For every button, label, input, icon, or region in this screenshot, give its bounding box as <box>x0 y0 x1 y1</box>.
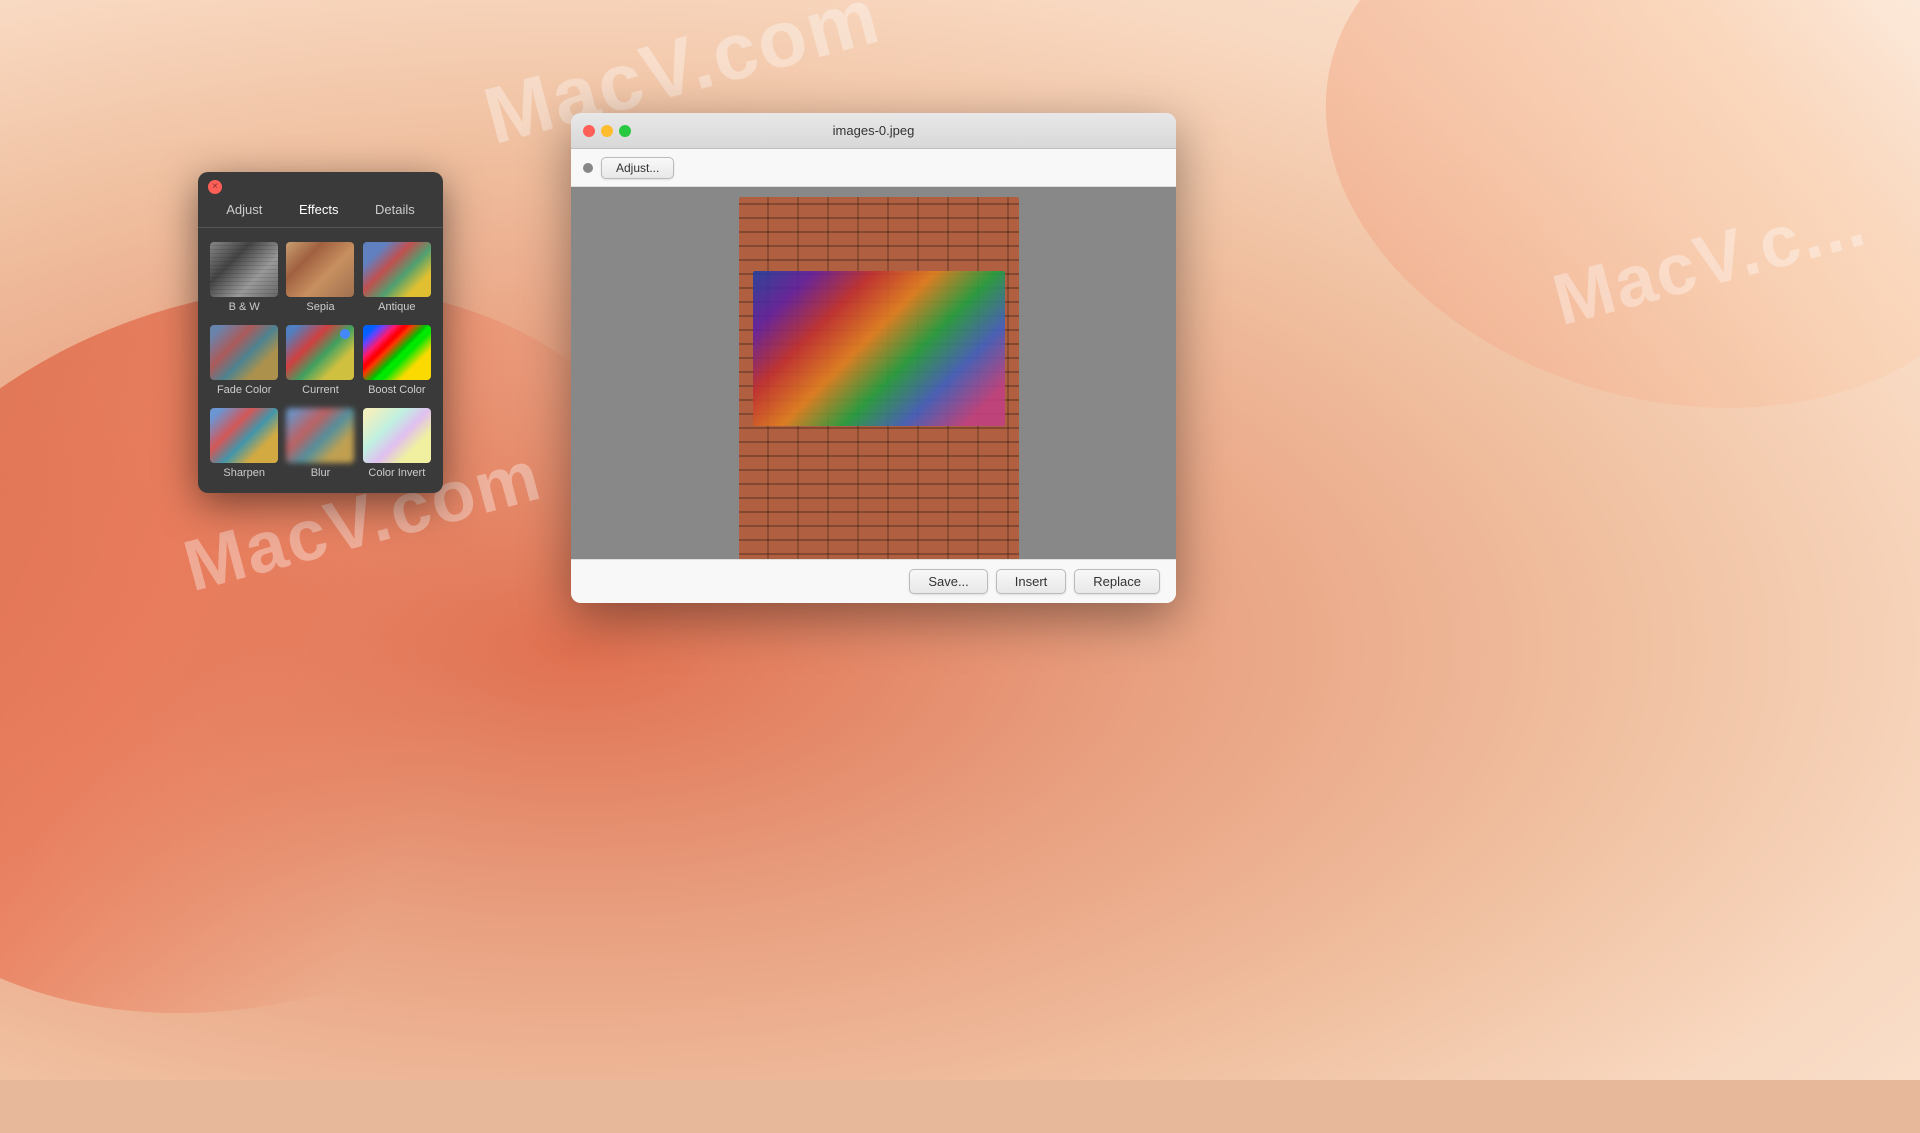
filter-antique[interactable]: Antique <box>359 236 435 319</box>
save-button[interactable]: Save... <box>909 569 987 594</box>
panel-tabs: Adjust Effects Details <box>198 172 443 228</box>
panel-close-button[interactable] <box>208 180 222 194</box>
mural <box>753 271 1005 426</box>
effects-panel: Adjust Effects Details B & W Sepia Antiq… <box>198 172 443 493</box>
filter-colorinvert[interactable]: Color Invert <box>359 402 435 485</box>
filter-bw[interactable]: B & W <box>206 236 282 319</box>
filter-colorinvert-label: Color Invert <box>368 467 425 479</box>
viewer-footer: Save... Insert Replace <box>571 559 1176 603</box>
filter-boostcolor-thumb <box>363 325 431 380</box>
filter-blur-thumb <box>286 408 354 463</box>
filter-blur[interactable]: Blur <box>282 402 358 485</box>
titlebar-buttons <box>583 125 631 137</box>
filter-fadecolor[interactable]: Fade Color <box>206 319 282 402</box>
filter-grid: B & W Sepia Antique Fade Color Current <box>198 228 443 493</box>
viewer-title: images-0.jpeg <box>833 123 915 138</box>
current-indicator <box>340 329 350 339</box>
filter-boostcolor-label: Boost Color <box>368 384 425 396</box>
filter-antique-thumb <box>363 242 431 297</box>
filter-bw-label: B & W <box>229 301 260 313</box>
filter-sharpen-label: Sharpen <box>223 467 265 479</box>
viewer-image <box>739 197 1019 559</box>
toolbar-indicator <box>583 163 593 173</box>
filter-sharpen[interactable]: Sharpen <box>206 402 282 485</box>
filter-sepia-label: Sepia <box>306 301 334 313</box>
viewer-content <box>571 187 1176 559</box>
tab-adjust[interactable]: Adjust <box>218 200 270 219</box>
filter-colorinvert-thumb <box>363 408 431 463</box>
filter-fadecolor-label: Fade Color <box>217 384 271 396</box>
replace-button[interactable]: Replace <box>1074 569 1160 594</box>
filter-boostcolor[interactable]: Boost Color <box>359 319 435 402</box>
tab-effects[interactable]: Effects <box>291 200 347 219</box>
viewer-minimize-button[interactable] <box>601 125 613 137</box>
filter-sepia-thumb <box>286 242 354 297</box>
insert-button[interactable]: Insert <box>996 569 1067 594</box>
filter-bw-thumb <box>210 242 278 297</box>
filter-current[interactable]: Current <box>282 319 358 402</box>
filter-sepia[interactable]: Sepia <box>282 236 358 319</box>
filter-blur-label: Blur <box>311 467 331 479</box>
adjust-button[interactable]: Adjust... <box>601 157 674 179</box>
filter-fadecolor-thumb <box>210 325 278 380</box>
filter-current-thumb <box>286 325 354 380</box>
viewer-titlebar: images-0.jpeg <box>571 113 1176 149</box>
image-viewer-window: images-0.jpeg Adjust... Save... Insert R… <box>571 113 1176 603</box>
filter-antique-label: Antique <box>378 301 415 313</box>
tab-details[interactable]: Details <box>367 200 423 219</box>
filter-sharpen-thumb <box>210 408 278 463</box>
viewer-maximize-button[interactable] <box>619 125 631 137</box>
viewer-toolbar: Adjust... <box>571 149 1176 187</box>
viewer-close-button[interactable] <box>583 125 595 137</box>
filter-current-label: Current <box>302 384 339 396</box>
